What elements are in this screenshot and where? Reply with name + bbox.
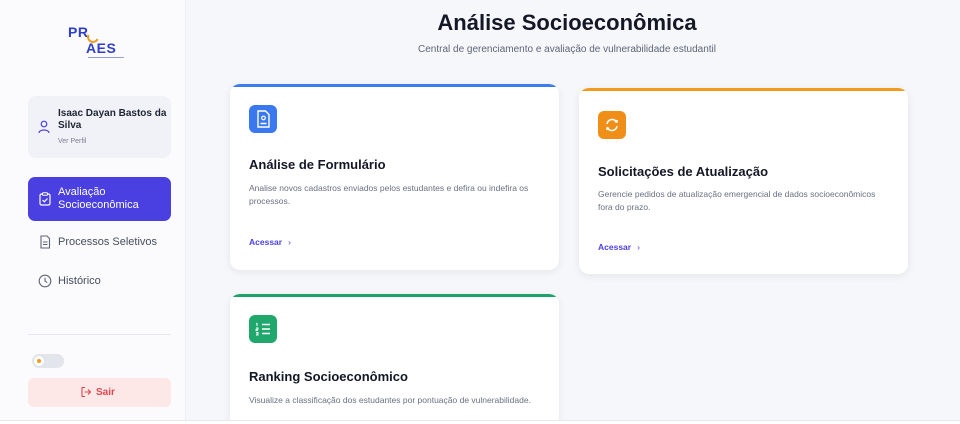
logout-button[interactable]: Sair (28, 378, 171, 407)
view-profile-link[interactable]: Ver Perfil (58, 138, 86, 145)
document-user-icon (249, 105, 277, 133)
card-ranking-socioeconomico[interactable]: Ranking Socioeconômico Visualize a class… (230, 294, 559, 424)
logo-text-bottom: AES (86, 40, 117, 56)
access-link[interactable]: Acessar › (598, 242, 640, 252)
chevron-right-icon: › (637, 242, 640, 252)
sidebar-divider (28, 334, 171, 335)
sidebar-item-avaliacao[interactable]: Avaliação Socioeconômica (28, 177, 171, 221)
access-link[interactable]: Acessar › (249, 237, 291, 247)
clipboard-check-icon (39, 192, 51, 206)
sidebar-item-historico[interactable]: Histórico (28, 267, 171, 295)
page-subtitle: Central de gerenciamento e avaliação de … (418, 44, 716, 55)
toggle-knob (34, 356, 44, 366)
theme-toggle[interactable] (32, 354, 64, 368)
app-logo[interactable]: PR AES (66, 22, 130, 62)
access-link-label: Acessar (598, 242, 632, 252)
card-title: Ranking Socioeconômico (249, 369, 408, 384)
user-icon (38, 120, 50, 134)
card-analise-formulario[interactable]: Análise de Formulário Analise novos cada… (230, 84, 559, 270)
sidebar-item-processos[interactable]: Processos Seletivos (28, 228, 171, 256)
card-title: Análise de Formulário (249, 157, 386, 172)
logout-icon (81, 386, 92, 398)
card-description: Gerencie pedidos de atualização emergenc… (598, 189, 876, 212)
sidebar-item-label: Histórico (58, 275, 101, 287)
card-description: Analise novos cadastros enviados pelos e… (249, 183, 529, 206)
page-title: Análise Socioeconômica (437, 10, 697, 35)
sidebar-item-label: Avaliação Socioeconômica (58, 186, 139, 211)
list-ordered-icon (249, 315, 277, 343)
bottom-edge (0, 420, 960, 424)
logo-text-top: PR (68, 24, 89, 40)
clock-icon (38, 274, 52, 288)
access-link-label: Acessar (249, 237, 283, 247)
card-accent-bar (230, 84, 559, 87)
card-description: Visualize a classificação dos estudantes… (249, 395, 531, 405)
card-accent-bar (579, 88, 908, 91)
card-accent-bar (230, 294, 559, 297)
refresh-icon (598, 111, 626, 139)
profile-name: Isaac Dayan Bastos da Silva (58, 108, 167, 131)
sidebar: PR AES Isaac Dayan Bastos da Silva Ver P… (0, 0, 186, 424)
card-title: Solicitações de Atualização (598, 164, 769, 179)
profile-card[interactable]: Isaac Dayan Bastos da Silva Ver Perfil (28, 96, 171, 158)
logout-label: Sair (96, 387, 115, 398)
logo-underline (88, 57, 124, 58)
sidebar-item-label: Processos Seletivos (58, 236, 158, 248)
document-icon (40, 235, 51, 249)
card-solicitacoes-atualizacao[interactable]: Solicitações de Atualização Gerencie ped… (579, 88, 908, 274)
chevron-right-icon: › (288, 237, 291, 247)
